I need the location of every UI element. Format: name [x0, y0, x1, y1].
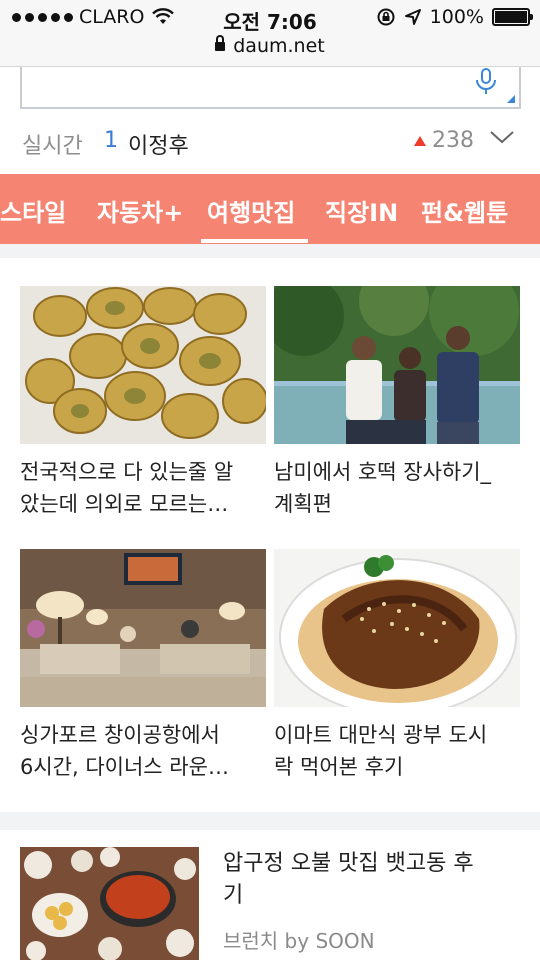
url-display[interactable]: daum.net	[0, 35, 540, 57]
article-thumbnail[interactable]	[20, 286, 266, 444]
realtime-rank: 1	[104, 128, 118, 153]
rotation-lock-icon	[377, 8, 395, 26]
microphone-icon[interactable]	[471, 67, 501, 97]
chevron-down-icon[interactable]	[489, 128, 515, 146]
tab-fun-webtoon[interactable]: 펀&웹툰	[421, 193, 508, 228]
article-title-line: 았는데 의외로 모르는…	[20, 492, 229, 516]
list-item-title-line: 압구정 오불 맛집 뱃고동 후	[223, 851, 474, 876]
article-title[interactable]: 전국적으로 다 있는줄 알 았는데 의외로 모르는…	[20, 456, 266, 520]
article-card[interactable]: 싱가포르 창이공항에서 6시간, 다이너스 라운…	[20, 549, 266, 783]
article-title-line: 이마트 대만식 광부 도시	[274, 723, 488, 747]
realtime-keyword[interactable]: 이정후	[128, 128, 189, 160]
article-title-line: 계획편	[274, 492, 332, 516]
section-divider	[0, 244, 540, 258]
article-title[interactable]: 이마트 대만식 광부 도시 락 먹어본 후기	[274, 719, 520, 783]
article-title-line: 6시간, 다이너스 라운…	[20, 755, 229, 779]
section-divider	[0, 812, 540, 830]
list-item-thumbnail[interactable]	[20, 847, 199, 960]
location-icon	[404, 9, 421, 25]
article-title[interactable]: 남미에서 호떡 장사하기_ 계획편	[274, 456, 520, 520]
category-tabs: 스타일 자동차+ 여행맛집 직장IN 펀&웹툰	[0, 174, 540, 244]
corner-mark-icon	[507, 95, 515, 103]
tab-work[interactable]: 직장IN	[325, 193, 398, 228]
battery-percent: 100%	[429, 6, 484, 28]
address-bar[interactable]: daum.net	[0, 34, 540, 67]
list-item-source: 브런치 by SOON	[223, 929, 375, 953]
lock-icon	[215, 35, 226, 51]
article-thumbnail[interactable]	[20, 549, 266, 707]
realtime-label: 실시간	[22, 134, 83, 159]
article-title-line: 전국적으로 다 있는줄 알	[20, 460, 234, 484]
list-item-title[interactable]: 압구정 오불 맛집 뱃고동 후 기	[223, 848, 513, 912]
tab-travel-food[interactable]: 여행맛집	[207, 193, 295, 228]
article-thumbnail[interactable]	[274, 549, 520, 707]
url-text: daum.net	[233, 35, 325, 57]
tab-style[interactable]: 스타일	[0, 193, 66, 228]
list-item-title-line: 기	[223, 883, 244, 908]
search-input[interactable]	[20, 67, 521, 109]
article-thumbnail[interactable]	[274, 286, 520, 444]
article-title-line: 락 먹어본 후기	[274, 755, 404, 779]
battery-icon	[492, 8, 533, 26]
status-bar: CLARO 오전 7:06 100%	[0, 0, 540, 34]
article-card[interactable]: 전국적으로 다 있는줄 알 았는데 의외로 모르는…	[20, 286, 266, 520]
realtime-count: 238	[432, 128, 474, 153]
tab-cars[interactable]: 자동차+	[97, 193, 183, 228]
article-title-line: 남미에서 호떡 장사하기_	[274, 460, 492, 484]
status-right: 100%	[376, 6, 533, 28]
tab-selected-indicator	[201, 239, 308, 243]
article-title[interactable]: 싱가포르 창이공항에서 6시간, 다이너스 라운…	[20, 719, 266, 783]
article-card[interactable]: 이마트 대만식 광부 도시 락 먹어본 후기	[274, 549, 520, 783]
arrow-up-icon	[414, 136, 426, 146]
article-title-line: 싱가포르 창이공항에서	[20, 723, 220, 747]
realtime-ranking[interactable]: 실시간 1 이정후 238	[0, 118, 540, 166]
article-card[interactable]: 남미에서 호떡 장사하기_ 계획편	[274, 286, 520, 520]
